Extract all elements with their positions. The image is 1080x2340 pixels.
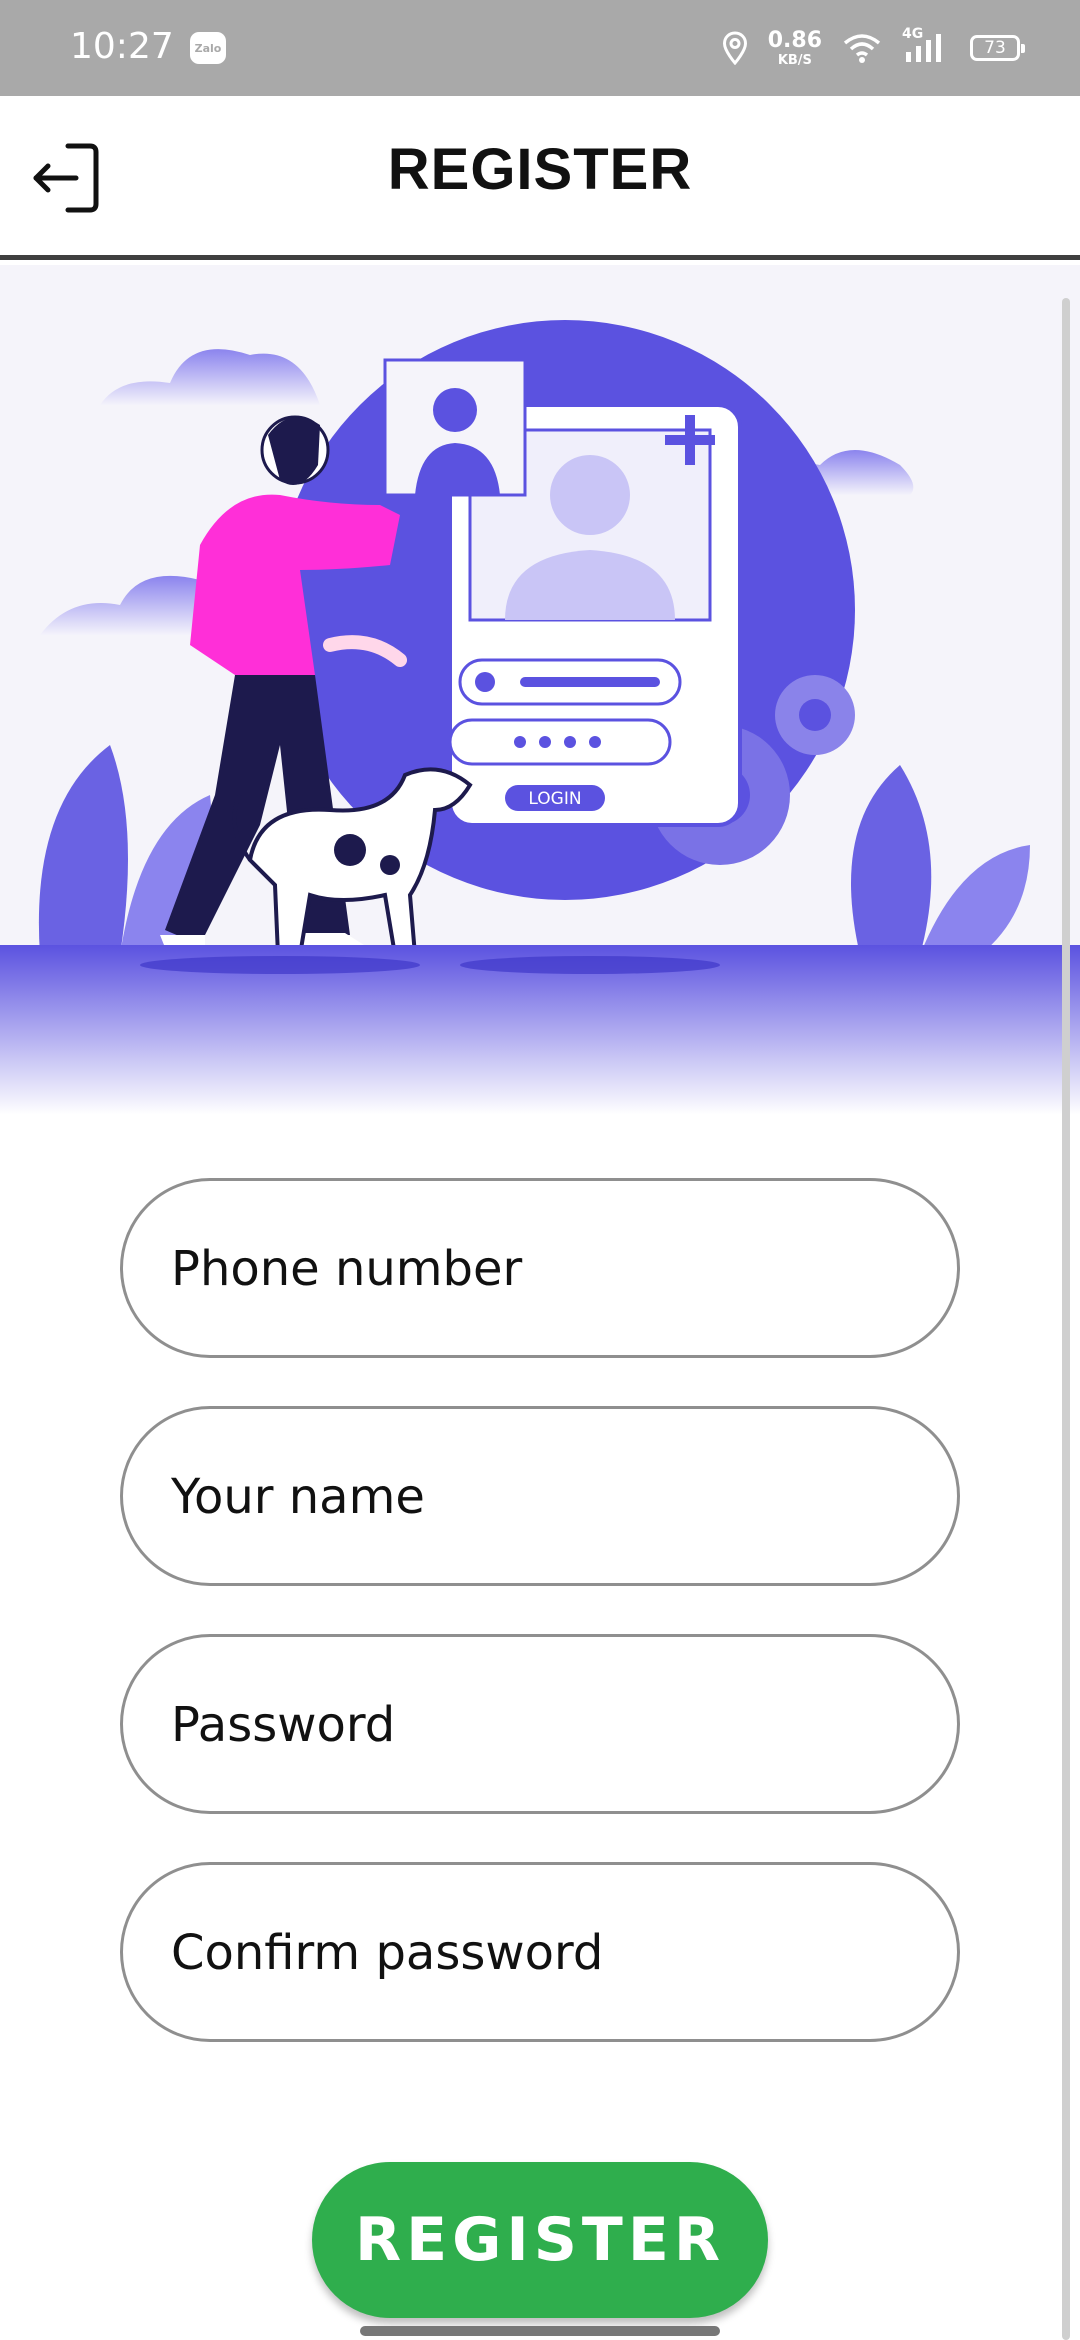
network-speed-value: 0.86: [767, 27, 822, 53]
wifi-icon: [843, 34, 881, 63]
password-input[interactable]: [169, 1637, 913, 1813]
illustration-login-label: LOGIN: [528, 789, 581, 809]
location-icon: [722, 31, 747, 65]
home-indicator[interactable]: [360, 2326, 720, 2336]
your-name-input[interactable]: [169, 1409, 913, 1585]
battery-icon: 73: [970, 35, 1025, 61]
status-icons: 0.86 KB/S 4G 73: [722, 22, 1025, 74]
password-field[interactable]: [120, 1634, 960, 1814]
scrollbar[interactable]: [1062, 298, 1070, 2340]
cellular-signal-icon: 4G: [902, 26, 950, 66]
confirm-password-field[interactable]: [120, 1862, 960, 2042]
network-speed-unit: KB/S: [777, 52, 812, 68]
register-illustration: LOGIN: [0, 265, 1080, 1115]
zalo-notification-icon: Zalo: [190, 32, 226, 64]
network-speed: 0.86 KB/S: [767, 27, 822, 68]
page-title: REGISTER: [387, 137, 693, 202]
your-name-field[interactable]: [120, 1406, 960, 1586]
phone-number-input[interactable]: [169, 1181, 913, 1357]
status-time: 10:27: [70, 26, 174, 67]
register-button[interactable]: REGISTER: [312, 2162, 768, 2318]
status-bar: 10:27 Zalo 0.86 KB/S 4G 73: [0, 0, 1080, 96]
app-header: REGISTER: [0, 96, 1080, 260]
phone-number-field[interactable]: [120, 1178, 960, 1358]
confirm-password-input[interactable]: [169, 1865, 913, 2041]
